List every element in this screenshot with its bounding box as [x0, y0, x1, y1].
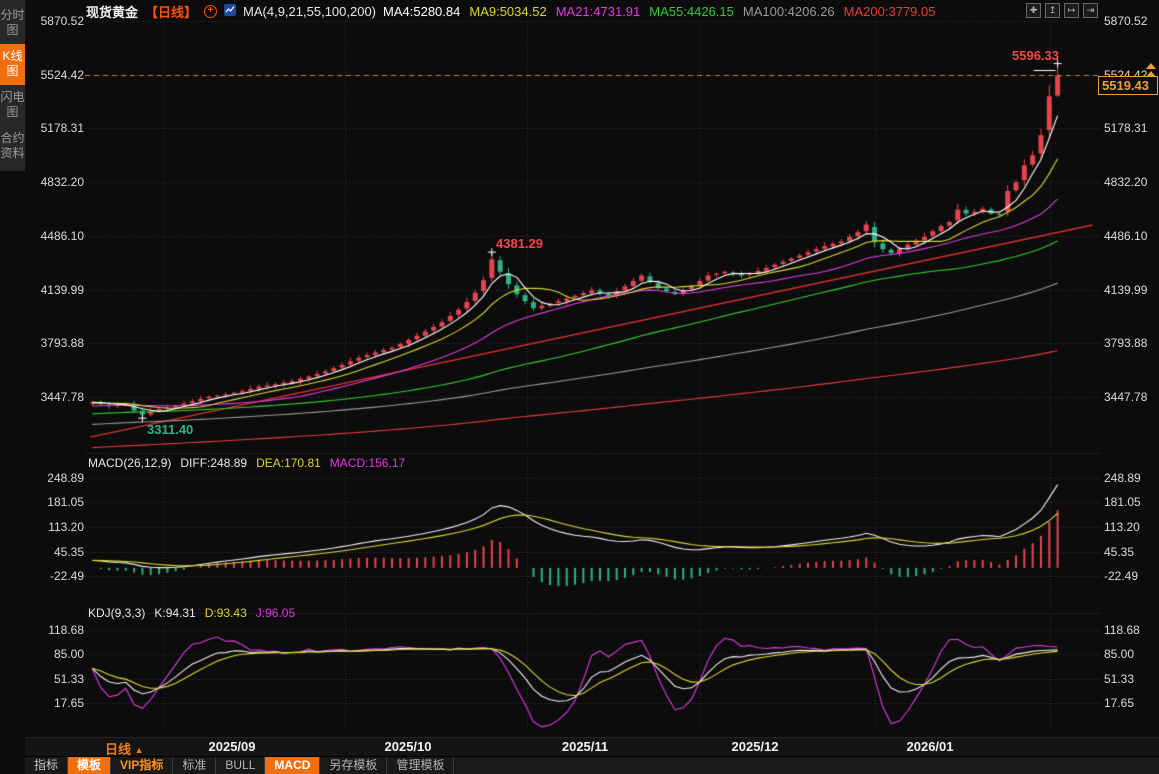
- kdj-axis-label: 85.00: [1104, 647, 1158, 661]
- period-tag[interactable]: 【日线】: [145, 2, 197, 21]
- ma-value-label: MA4:5280.84: [383, 4, 460, 19]
- kdj-d-value: D:93.43: [205, 606, 247, 620]
- ma-values: MA4:5280.84 MA9:5034.52 MA21:4731.91 MA55:4…: [383, 4, 935, 19]
- macd-axis-label: 113.20: [1104, 520, 1158, 534]
- chart-type-sidebar: 分时图K线图闪电图合约资料: [0, 0, 25, 756]
- price-axis-label: 5178.31: [26, 121, 84, 135]
- symbol-title: 现货黄金: [86, 2, 138, 21]
- chart-toolbar: ✚ ↥ ↦ ⇥: [1026, 3, 1098, 18]
- kdj-axis-label: 17.65: [26, 696, 84, 710]
- sidebar-item-contract-info[interactable]: 合约资料: [0, 126, 25, 167]
- price-axis-label: 4139.99: [1104, 283, 1158, 297]
- ma-value-label: MA200:3779.05: [844, 4, 936, 19]
- kdj-axis-label: 17.65: [1104, 696, 1158, 710]
- time-axis-label: 2025/10: [373, 739, 443, 754]
- macd-axis-label: 248.89: [1104, 471, 1158, 485]
- macd-axis-label: 181.05: [26, 495, 84, 509]
- price-axis-label: 4832.20: [1104, 175, 1158, 189]
- time-axis-label: 2025/09: [197, 739, 267, 754]
- sidebar-item-intraday[interactable]: 分时图: [0, 3, 25, 44]
- macd-axis-label: 181.05: [1104, 495, 1158, 509]
- macd-diff-value: DIFF:248.89: [180, 456, 247, 470]
- price-axis-label: 3447.78: [26, 390, 84, 404]
- x-axis-scale-icon[interactable]: ↦: [1064, 3, 1079, 18]
- kdj-axis-label: 118.68: [26, 623, 84, 637]
- macd-axis-label: 248.89: [26, 471, 84, 485]
- price-axis-label: 4139.99: [26, 283, 84, 297]
- trading-app: 分时图K线图闪电图合约资料 现货黄金 【日线】 + MA(4,9,21,55,1…: [0, 0, 1159, 774]
- macd-axis-label: 45.35: [1104, 545, 1158, 559]
- time-axis-label: 2025/11: [550, 739, 620, 754]
- macd-axis-label: -22.49: [1104, 569, 1158, 583]
- tab-templates[interactable]: 模板: [68, 757, 111, 774]
- kdj-pane-header: KDJ(9,3,3) K:94.31 D:93.43 J:96.05: [88, 606, 295, 620]
- kdj-j-value: J:96.05: [256, 606, 295, 620]
- y-axis-scale-icon[interactable]: ↥: [1045, 3, 1060, 18]
- kdj-axis-label: 51.33: [26, 672, 84, 686]
- add-compare-icon[interactable]: +: [204, 5, 217, 18]
- sidebar-item-lightning[interactable]: 闪电图: [0, 85, 25, 126]
- bottom-tab-bar: 指标模板VIP指标标准BULLMACD另存模板管理模板: [25, 756, 1159, 774]
- tab-macd[interactable]: MACD: [265, 757, 320, 774]
- swing-high-annotation: 5596.33: [1012, 48, 1059, 63]
- price-axis-label: 5870.52: [26, 14, 84, 28]
- sidebar-item-kline[interactable]: K线图: [0, 44, 25, 85]
- scroll-up-arrows-icon[interactable]: [1146, 62, 1156, 78]
- sidebar-items: 分时图K线图闪电图合约资料: [0, 0, 25, 171]
- tab-indicators[interactable]: 指标: [25, 757, 68, 774]
- tab-standard[interactable]: 标准: [173, 757, 216, 774]
- tab-vip-indicators[interactable]: VIP指标: [111, 757, 173, 774]
- kdj-axis-label: 51.33: [1104, 672, 1158, 686]
- macd-macd-value: MACD:156.17: [330, 456, 405, 470]
- time-axis-label: 2026/01: [895, 739, 965, 754]
- chart-canvas[interactable]: [0, 0, 1159, 774]
- crosshair-icon[interactable]: ✚: [1026, 3, 1041, 18]
- time-axis-strip: 日线 ▲ 2025/09 2025/10 2025/11 2025/12 2026/01: [25, 737, 1159, 756]
- kdj-axis-label: 85.00: [26, 647, 84, 661]
- price-axis-label: 5870.52: [1104, 14, 1158, 28]
- price-axis-label: 4486.10: [1104, 229, 1158, 243]
- price-axis-label: 3793.88: [26, 336, 84, 350]
- ma-value-label: MA9:5034.52: [469, 4, 546, 19]
- ma-group-label: MA(4,9,21,55,100,200): [243, 4, 376, 19]
- price-axis-label: 3793.88: [1104, 336, 1158, 350]
- kdj-axis-label: 118.68: [1104, 623, 1158, 637]
- local-high-annotation: 4381.29: [496, 236, 543, 251]
- price-axis-label: 4486.10: [26, 229, 84, 243]
- ma-value-label: MA55:4426.15: [649, 4, 734, 19]
- macd-dea-value: DEA:170.81: [256, 456, 321, 470]
- kline-mini-icon: [224, 4, 236, 19]
- macd-pane-header: MACD(26,12,9) DIFF:248.89 DEA:170.81 MAC…: [88, 456, 405, 470]
- price-axis-label: 5178.31: [1104, 121, 1158, 135]
- chart-header: 现货黄金 【日线】 + MA(4,9,21,55,100,200) MA4:52…: [86, 2, 935, 21]
- ma-value-label: MA21:4731.91: [556, 4, 641, 19]
- collapse-panel-icon[interactable]: ⇥: [1083, 3, 1098, 18]
- macd-axis-label: 113.20: [26, 520, 84, 534]
- price-axis-label: 3447.78: [1104, 390, 1158, 404]
- tab-bull[interactable]: BULL: [216, 757, 265, 774]
- price-axis-label: 4832.20: [26, 175, 84, 189]
- ma-value-label: MA100:4206.26: [743, 4, 835, 19]
- chevron-up-icon: ▲: [135, 745, 144, 755]
- tab-manage-template[interactable]: 管理模板: [387, 757, 454, 774]
- macd-axis-label: -22.49: [26, 569, 84, 583]
- macd-title: MACD(26,12,9): [88, 456, 171, 470]
- tab-save-template[interactable]: 另存模板: [320, 757, 387, 774]
- kdj-title: KDJ(9,3,3): [88, 606, 145, 620]
- kdj-k-value: K:94.31: [154, 606, 195, 620]
- price-axis-label: 5524.42: [26, 68, 84, 82]
- macd-axis-label: 45.35: [26, 545, 84, 559]
- period-selector-label: 日线: [105, 742, 131, 757]
- last-price-tag: 5519.43: [1098, 76, 1158, 95]
- swing-low-annotation: 3311.40: [147, 422, 193, 437]
- time-axis-label: 2025/12: [720, 739, 790, 754]
